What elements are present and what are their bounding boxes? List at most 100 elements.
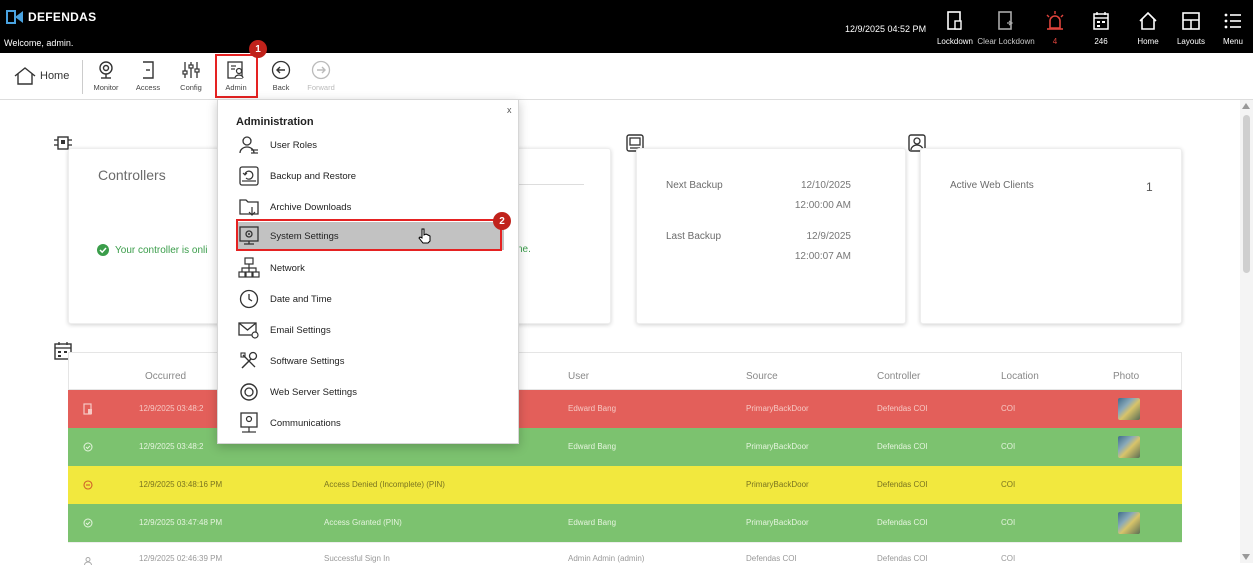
event-description: Access Denied (Incomplete) (PIN) — [324, 480, 445, 489]
alarm-icon — [1046, 11, 1064, 30]
home-icon — [1139, 11, 1157, 30]
next-backup-date: 12/10/2025 — [800, 180, 851, 191]
menu-item-date-time[interactable]: Date and Time — [238, 285, 504, 313]
check-circle-icon — [83, 442, 93, 452]
forward-arrow-icon — [311, 60, 331, 80]
lockdown-button[interactable]: Lockdown — [932, 6, 978, 50]
web-clients-card: Active Web Clients 1 — [920, 148, 1182, 324]
defendas-logo-icon — [6, 10, 23, 24]
scroll-up-icon[interactable] — [1242, 103, 1250, 109]
home-top-button[interactable]: Home — [1125, 6, 1171, 50]
table-row[interactable]: 12/9/2025 03:48:16 PM Access Denied (Inc… — [68, 466, 1182, 504]
col-location[interactable]: Location — [1001, 371, 1039, 382]
menu-item-archive-downloads[interactable]: Archive Downloads — [238, 193, 504, 221]
menu-item-label: Web Server Settings — [270, 386, 357, 398]
menu-item-backup-restore[interactable]: Backup and Restore — [238, 162, 504, 190]
event-source: PrimaryBackDoor — [746, 404, 809, 413]
menu-icon — [1224, 13, 1241, 29]
events-button[interactable]: 246 — [1078, 6, 1124, 50]
minus-circle-icon — [83, 480, 93, 490]
last-backup-label: Last Backup — [666, 231, 722, 242]
event-occurred: 12/9/2025 03:48:2 — [139, 442, 204, 451]
layouts-label: Layouts — [1176, 37, 1206, 46]
clock: 12/9/2025 04:52 PM — [845, 24, 927, 34]
layouts-button[interactable]: Layouts — [1168, 6, 1214, 50]
archive-downloads-icon — [239, 199, 259, 216]
menu-title: Administration — [236, 116, 314, 128]
web-clients-count: 1 — [1146, 180, 1153, 194]
scroll-down-icon[interactable] — [1242, 554, 1250, 560]
table-row[interactable]: 12/9/2025 03:47:48 PM Access Granted (PI… — [68, 504, 1182, 542]
col-controller[interactable]: Controller — [877, 371, 920, 382]
table-row[interactable]: 12/9/2025 02:46:39 PM Successful Sign In… — [68, 542, 1182, 580]
menu-item-email-settings[interactable]: Email Settings — [238, 316, 504, 344]
top-bar: DEFENDAS Welcome, admin. 12/9/2025 04:52… — [0, 0, 1253, 53]
access-button[interactable]: Access — [130, 57, 166, 97]
last-backup-time: 12:00:07 AM — [794, 251, 851, 262]
forward-button[interactable]: Forward — [303, 57, 339, 97]
menu-item-web-server-settings[interactable]: Web Server Settings — [238, 378, 504, 406]
event-controller: Defendas COI — [877, 404, 928, 413]
controller-status-tail: ne. — [517, 244, 531, 255]
clear-lockdown-label: Clear Lockdown — [977, 37, 1035, 46]
col-photo[interactable]: Photo — [1113, 371, 1139, 382]
clear-lockdown-button[interactable]: Clear Lockdown — [977, 6, 1035, 50]
administration-menu: x Administration User Roles Backup and R… — [217, 99, 519, 444]
monitor-button[interactable]: Monitor — [88, 57, 124, 97]
event-occurred: 12/9/2025 03:48:2 — [139, 404, 204, 413]
tools-icon — [240, 351, 258, 369]
event-photo[interactable] — [1118, 398, 1140, 420]
events-icon — [1093, 12, 1109, 30]
monitor-icon — [99, 61, 113, 79]
menu-item-software-settings[interactable]: Software Settings — [238, 347, 504, 375]
event-source: PrimaryBackDoor — [746, 480, 809, 489]
next-backup-time: 12:00:00 AM — [794, 200, 851, 211]
menu-button[interactable]: Menu — [1210, 6, 1253, 50]
col-source[interactable]: Source — [746, 371, 778, 382]
event-source: PrimaryBackDoor — [746, 442, 809, 451]
email-settings-icon — [238, 322, 259, 339]
back-label: Back — [272, 83, 290, 92]
step-badge-2: 2 — [493, 212, 511, 230]
alarms-button[interactable]: 4 — [1032, 6, 1078, 50]
event-user: Edward Bang — [568, 442, 617, 451]
event-description: Successful Sign In — [324, 554, 390, 563]
menu-item-label: Archive Downloads — [270, 201, 352, 213]
menu-close-button[interactable]: x — [507, 105, 512, 115]
controller-status: Your controller is onli — [97, 244, 207, 256]
menu-item-communications[interactable]: Communications — [238, 409, 504, 437]
event-photo[interactable] — [1118, 436, 1140, 458]
clear-lockdown-icon — [998, 11, 1014, 30]
lockdown-label: Lockdown — [936, 37, 974, 46]
menu-item-network[interactable]: Network — [238, 254, 504, 282]
home-button[interactable]: Home — [14, 67, 69, 85]
menu-label: Menu — [1222, 37, 1243, 46]
event-controller: Defendas COI — [877, 442, 928, 451]
scrollbar-thumb[interactable] — [1243, 115, 1250, 273]
brand: DEFENDAS — [6, 10, 96, 24]
menu-item-label: Backup and Restore — [270, 170, 357, 182]
welcome-text: Welcome, admin. — [4, 38, 74, 48]
menu-item-user-roles[interactable]: User Roles — [238, 131, 504, 159]
menu-item-label: User Roles — [270, 139, 317, 151]
clock-icon — [239, 289, 259, 309]
alarm-count: 4 — [1052, 37, 1058, 46]
home-icon — [14, 67, 36, 85]
back-button[interactable]: Back — [263, 57, 299, 97]
event-occurred: 12/9/2025 03:48:16 PM — [139, 480, 223, 489]
col-user[interactable]: User — [568, 371, 589, 382]
col-occurred[interactable]: Occurred — [145, 371, 186, 382]
home-top-label: Home — [1137, 37, 1159, 46]
event-photo[interactable] — [1118, 512, 1140, 534]
event-source: Defendas COI — [746, 554, 797, 563]
config-button[interactable]: Config — [173, 57, 209, 97]
next-backup-label: Next Backup — [666, 180, 723, 191]
menu-item-label: Email Settings — [270, 324, 331, 336]
door-open-icon — [83, 403, 92, 415]
monitor-label: Monitor — [93, 83, 119, 92]
event-controller: Defendas COI — [877, 554, 928, 563]
last-backup-date: 12/9/2025 — [806, 231, 852, 242]
event-controller: Defendas COI — [877, 518, 928, 527]
event-controller: Defendas COI — [877, 480, 928, 489]
event-location: COI — [1001, 404, 1016, 413]
